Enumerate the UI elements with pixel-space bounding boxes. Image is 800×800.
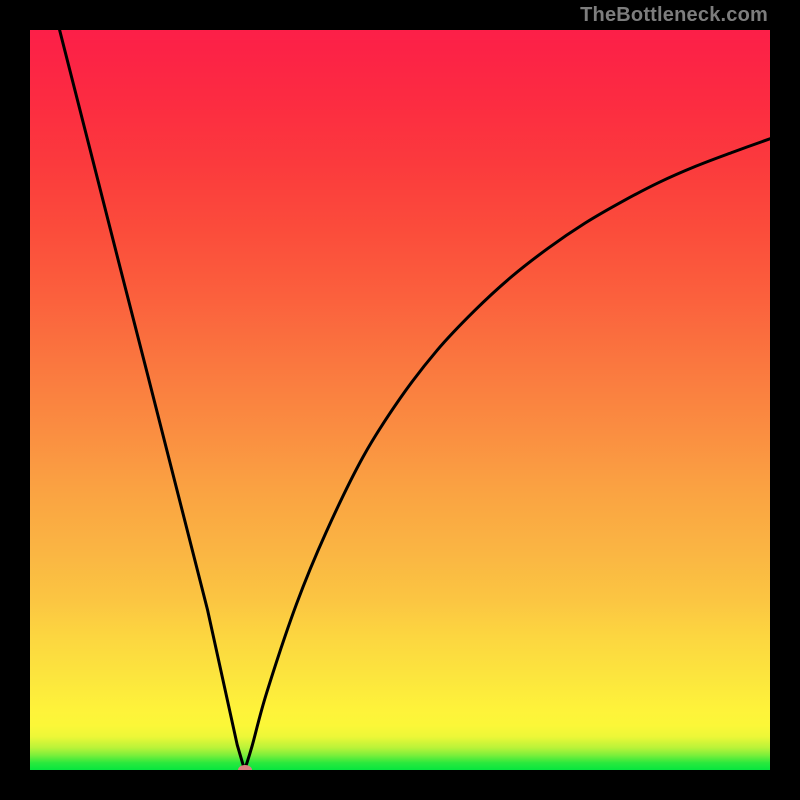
bottleneck-curve [30,30,770,770]
vertex-dot [238,765,252,770]
chart-frame: TheBottleneck.com [0,0,800,800]
plot-area [30,30,770,770]
watermark-text: TheBottleneck.com [580,4,768,27]
